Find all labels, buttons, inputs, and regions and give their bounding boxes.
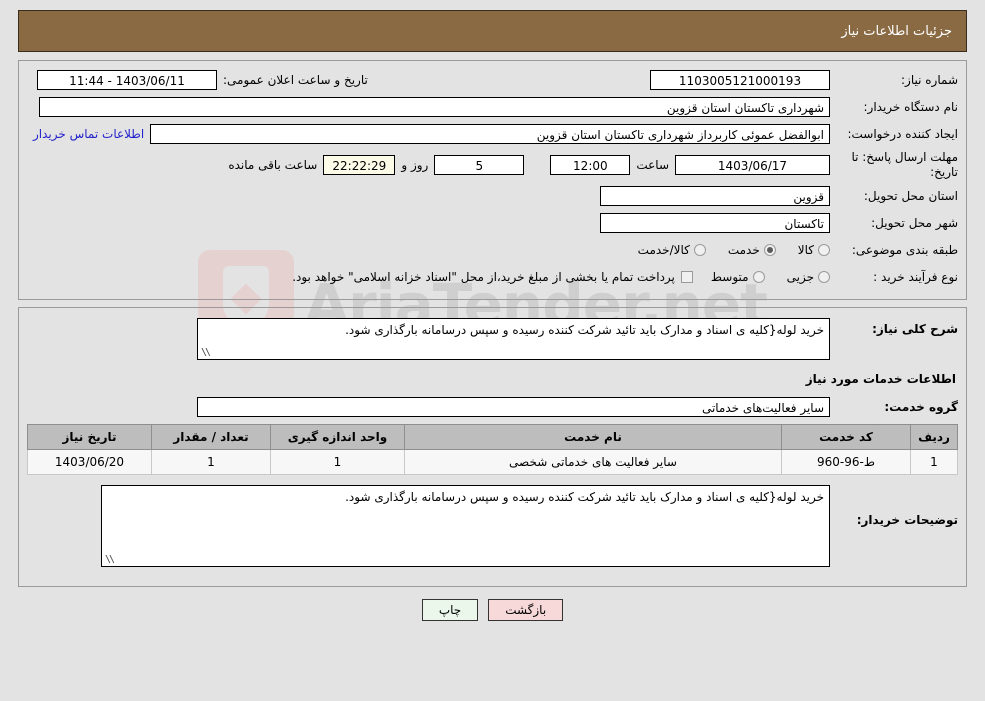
page-header: جزئیات اطلاعات نیاز — [18, 10, 967, 52]
deadline-hour-label: ساعت — [636, 158, 669, 172]
process-type-label: نوع فرآیند خرید : — [873, 269, 958, 284]
general-description-label: شرح کلی نیاز: — [872, 322, 958, 336]
row-request-creator: ایجاد کننده درخواست: ابوالفضل عموئی کارب… — [27, 123, 958, 145]
resize-handle-icon-notes[interactable] — [104, 555, 114, 565]
back-button[interactable]: بازگشت — [488, 599, 564, 621]
need-summary-panel: شماره نیاز: 1103005121000193 تاریخ و ساع… — [18, 60, 967, 300]
category-radio-group: کالا خدمت کالا/خدمت — [620, 243, 830, 257]
col-quantity: تعداد / مقدار — [151, 424, 271, 450]
table-header-row: ردیف کد خدمت نام خدمت واحد اندازه گیری ت… — [27, 424, 958, 450]
row-category: طبقه بندی موضوعی: کالا خدمت کالا/خدمت — [27, 239, 958, 261]
radio-icon-goods[interactable] — [818, 244, 830, 256]
request-creator-label: ایجاد کننده درخواست: — [847, 126, 958, 141]
buyer-contact-link[interactable]: اطلاعات تماس خریدار — [27, 127, 150, 141]
cell-row-no: 1 — [910, 449, 958, 475]
radio-icon-goods-service[interactable] — [693, 244, 706, 256]
category-option-goods-label: کالا — [797, 243, 814, 257]
services-table: ردیف کد خدمت نام خدمت واحد اندازه گیری ت… — [27, 424, 958, 475]
buyer-notes-value: خرید لوله{کلیه ی اسناد و مدارک باید تائی… — [345, 490, 824, 504]
delivery-city-label: شهر محل تحویل: — [871, 215, 958, 230]
buyer-notes-label: توضیحات خریدار: — [856, 513, 958, 527]
process-type-radio-group: جزیی متوسط — [693, 270, 830, 284]
general-description-value: خرید لوله{کلیه ی اسناد و مدارک باید تائی… — [345, 323, 824, 337]
service-group-value: سایر فعالیت‌های خدماتی — [197, 397, 830, 417]
cell-unit: 1 — [270, 449, 405, 475]
buyer-org-label: نام دستگاه خریدار: — [863, 99, 959, 114]
row-delivery-city: شهر محل تحویل: تاکستان — [27, 212, 958, 234]
service-group-label: گروه خدمت: — [884, 399, 958, 414]
print-button[interactable]: چاپ — [421, 599, 479, 621]
general-description-textarea[interactable]: خرید لوله{کلیه ی اسناد و مدارک باید تائی… — [197, 318, 830, 360]
category-option-goods-service-label: کالا/خدمت — [637, 243, 690, 257]
category-option-service-label: خدمت — [727, 243, 760, 257]
delivery-province-label: استان محل تحویل: — [863, 188, 958, 203]
row-general-description: شرح کلی نیاز: خرید لوله{کلیه ی اسناد و م… — [27, 318, 958, 360]
page-title: جزئیات اطلاعات نیاز — [841, 23, 952, 39]
treasury-bonds-checkbox[interactable] — [680, 271, 693, 283]
need-number-label: شماره نیاز: — [901, 72, 958, 87]
table-row: 1 ط-96-960 سایر فعالیت های خدماتی شخصی 1… — [27, 449, 958, 475]
col-row-no: ردیف — [910, 424, 958, 450]
delivery-city-value: تاکستان — [600, 213, 830, 233]
row-need-number: شماره نیاز: 1103005121000193 تاریخ و ساع… — [27, 69, 958, 91]
need-number-value: 1103005121000193 — [650, 70, 830, 90]
radio-icon-service[interactable] — [763, 244, 776, 256]
category-option-service[interactable]: خدمت — [728, 243, 776, 257]
cell-service-code: ط-96-960 — [781, 449, 911, 475]
deadline-date-value: 1403/06/17 — [675, 155, 830, 175]
deadline-days-label: روز و — [401, 158, 429, 172]
radio-icon-medium[interactable] — [752, 271, 765, 283]
cell-quantity: 1 — [151, 449, 271, 475]
buyer-org-value: شهرداری تاکستان استان قزوین — [39, 97, 830, 117]
row-service-group: گروه خدمت: سایر فعالیت‌های خدماتی — [27, 396, 958, 418]
process-option-minor[interactable]: جزیی — [787, 270, 830, 284]
services-section-title: اطلاعات خدمات مورد نیاز — [805, 372, 956, 386]
category-option-goods-service[interactable]: کالا/خدمت — [638, 243, 706, 257]
treasury-bonds-note: پرداخت تمام یا بخشی از مبلغ خرید،از محل … — [292, 270, 675, 284]
announce-datetime-label: تاریخ و ساعت اعلان عمومی: — [223, 73, 368, 87]
deadline-hour-value: 12:00 — [550, 155, 631, 175]
col-unit: واحد اندازه گیری — [270, 424, 405, 450]
delivery-province-value: قزوین — [600, 186, 830, 206]
footer-actions: بازگشت چاپ — [0, 599, 985, 621]
category-option-goods[interactable]: کالا — [798, 243, 830, 257]
deadline-days-value: 5 — [434, 155, 525, 175]
row-process-type: نوع فرآیند خرید : جزیی متوسط پرداخت تمام… — [27, 266, 958, 288]
need-details-panel: شرح کلی نیاز: خرید لوله{کلیه ی اسناد و م… — [18, 307, 967, 587]
process-option-minor-label: جزیی — [786, 270, 814, 284]
col-service-name: نام خدمت — [404, 424, 782, 450]
row-buyer-notes: توضیحات خریدار: خرید لوله{کلیه ی اسناد و… — [27, 485, 958, 567]
buyer-notes-textarea[interactable]: خرید لوله{کلیه ی اسناد و مدارک باید تائی… — [101, 485, 830, 567]
row-buyer-org: نام دستگاه خریدار: شهرداری تاکستان استان… — [27, 96, 958, 118]
deadline-countdown-label: ساعت باقی مانده — [228, 158, 318, 172]
deadline-label: مهلت ارسال پاسخ: تا تاریخ: — [851, 150, 958, 179]
cell-need-date: 1403/06/20 — [27, 449, 152, 475]
radio-icon-minor[interactable] — [818, 271, 830, 283]
col-need-date: تاریخ نیاز — [27, 424, 152, 450]
resize-handle-icon[interactable] — [200, 348, 210, 358]
row-deadline: مهلت ارسال پاسخ: تا تاریخ: 1403/06/17 سا… — [27, 150, 958, 180]
row-delivery-province: استان محل تحویل: قزوین — [27, 185, 958, 207]
category-label: طبقه بندی موضوعی: — [851, 242, 958, 257]
request-creator-value: ابوالفضل عموئی کاربرداز شهرداری تاکستان … — [150, 124, 830, 144]
process-option-medium[interactable]: متوسط — [711, 270, 765, 284]
cell-service-name: سایر فعالیت های خدماتی شخصی — [404, 449, 782, 475]
col-service-code: کد خدمت — [781, 424, 911, 450]
announce-datetime-value: 1403/06/11 - 11:44 — [37, 70, 217, 90]
process-option-medium-label: متوسط — [710, 270, 749, 284]
deadline-countdown-value: 22:22:29 — [323, 155, 396, 175]
